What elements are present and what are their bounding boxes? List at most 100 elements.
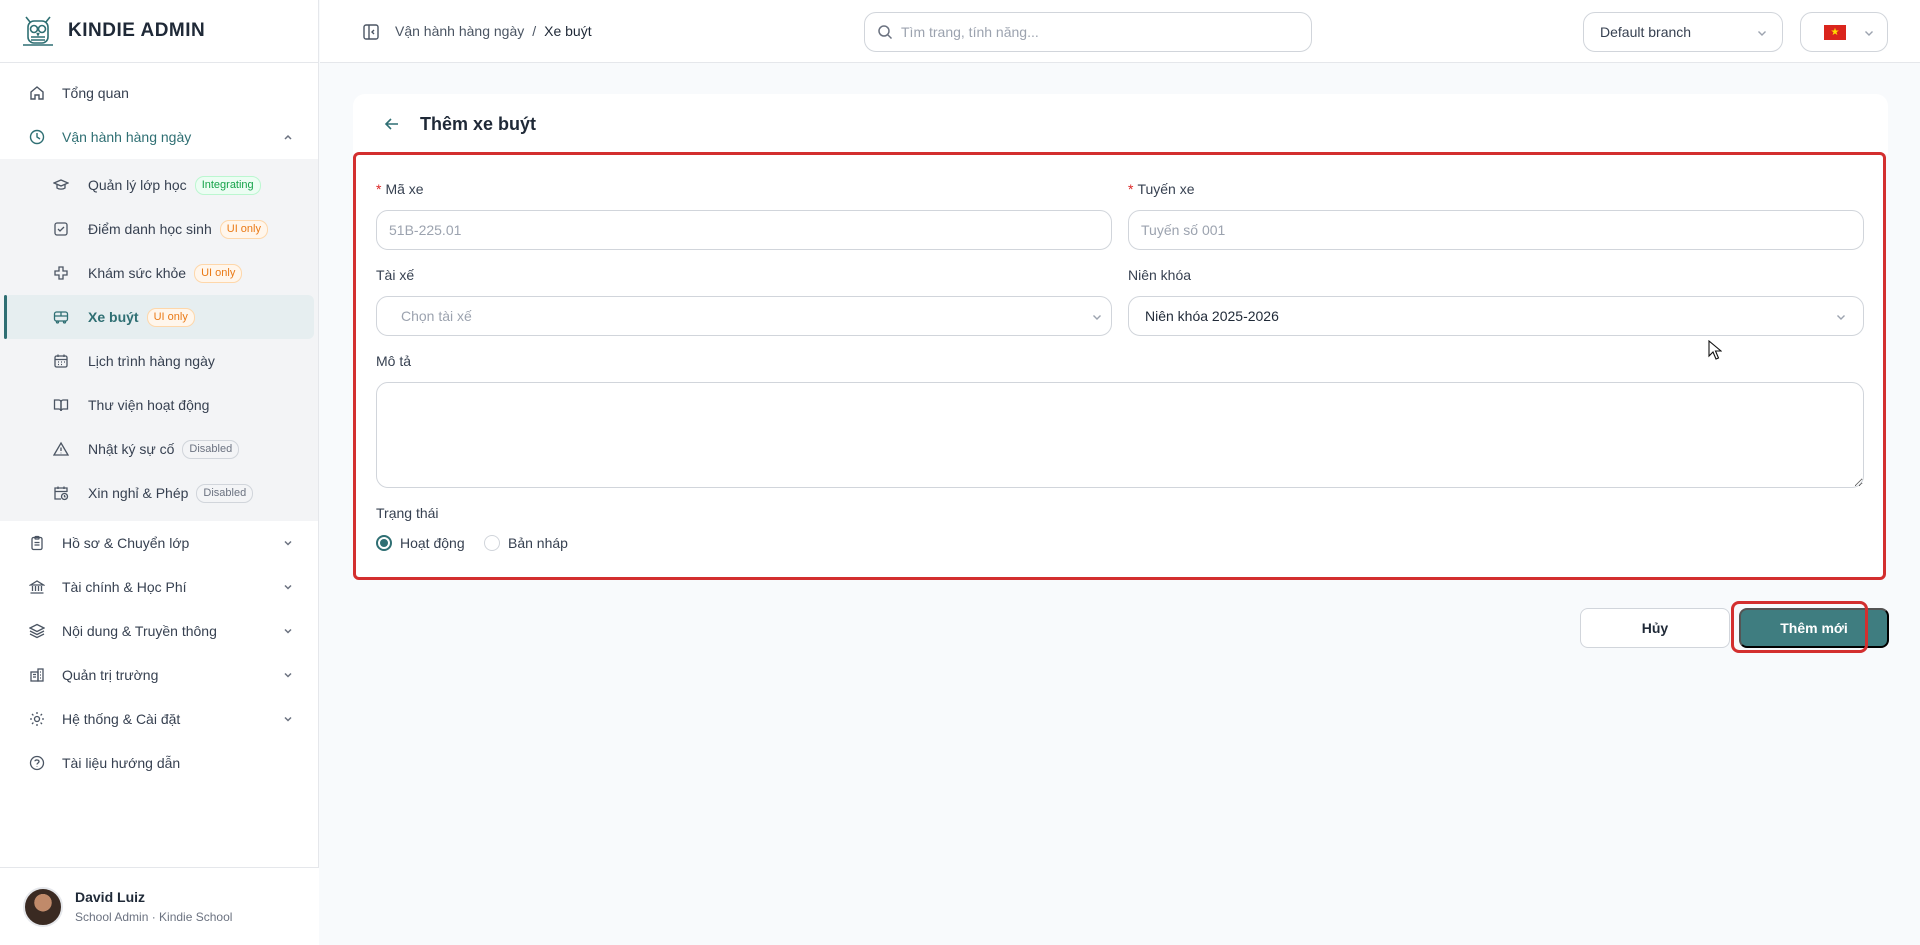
help-circle-icon: [28, 754, 46, 772]
status-radio-draft[interactable]: Bản nháp: [484, 535, 568, 551]
sidebar-item-label: Tài liệu hướng dẫn: [62, 755, 181, 771]
driver-label: Tài xế: [376, 267, 415, 283]
driver-select[interactable]: Chọn tài xế: [376, 296, 1112, 336]
sidebar-item-leave-requests[interactable]: Xin nghỉ & Phép Disabled: [0, 471, 318, 515]
avatar: [23, 886, 63, 927]
breadcrumb-separator: /: [532, 23, 537, 39]
bus-form: *Mã xe *Tuyến xe Tài xế Chọn tài xế Niên…: [353, 152, 1886, 580]
medical-cross-icon: [52, 264, 70, 282]
sidebar-item-label: Thư viện hoạt động: [88, 397, 210, 413]
sidebar-item-label: Vận hành hàng ngày: [62, 129, 192, 145]
driver-placeholder: Chọn tài xế: [401, 308, 472, 324]
clipboard-icon: [28, 534, 46, 552]
sidebar-item-overview[interactable]: Tổng quan: [0, 71, 318, 115]
sidebar-item-incident-log[interactable]: Nhật ký sự cố Disabled: [0, 427, 318, 471]
chevron-down-icon: [280, 535, 296, 551]
search-input[interactable]: [901, 24, 1281, 40]
sidebar-item-system-settings[interactable]: Hệ thống & Cài đặt: [0, 697, 318, 741]
user-profile[interactable]: David Luiz School Admin · Kindie School: [0, 867, 319, 945]
breadcrumb: Vận hành hàng ngày / Xe buýt: [395, 23, 592, 39]
cancel-button[interactable]: Hủy: [1580, 608, 1730, 648]
sidebar-toggle-icon[interactable]: [362, 23, 380, 41]
search-box[interactable]: [864, 12, 1312, 52]
warning-icon: [52, 440, 70, 458]
school-year-label: Niên khóa: [1128, 267, 1192, 283]
sidebar-item-label: Hệ thống & Cài đặt: [62, 711, 181, 727]
status-label: Trạng thái: [376, 505, 439, 521]
graduation-cap-icon: [52, 176, 70, 194]
daily-operations-submenu: Quản lý lớp học Integrating Điểm danh họ…: [0, 159, 318, 521]
description-textarea[interactable]: [376, 382, 1864, 488]
sidebar-item-daily-schedule[interactable]: Lịch trình hàng ngày: [0, 339, 318, 383]
status-badge: UI only: [146, 307, 195, 327]
radio-button[interactable]: [484, 535, 500, 551]
bus-code-input[interactable]: [376, 210, 1112, 250]
branch-select[interactable]: Default branch: [1583, 12, 1783, 52]
sidebar-item-label: Xe buýt: [88, 309, 139, 325]
language-select[interactable]: ★: [1800, 12, 1888, 52]
sidebar-item-class-management[interactable]: Quản lý lớp học Integrating: [0, 163, 318, 207]
user-role: School Admin · Kindie School: [75, 910, 233, 924]
school-year-select[interactable]: Niên khóa 2025-2026: [1128, 296, 1864, 336]
chevron-down-icon: [280, 623, 296, 639]
page-title: Thêm xe buýt: [420, 114, 537, 134]
user-name: David Luiz: [75, 889, 146, 905]
description-label: Mô tả: [376, 353, 412, 369]
sidebar-item-label: Quản lý lớp học: [88, 177, 187, 193]
sidebar-item-label: Quản trị trường: [62, 667, 159, 683]
chevron-down-icon: [280, 579, 296, 595]
status-badge: Disabled: [182, 439, 240, 459]
layers-icon: [28, 622, 46, 640]
school-year-value: Niên khóa 2025-2026: [1145, 308, 1279, 324]
sidebar-nav: Tổng quan Vận hành hàng ngày Quản lý lớp…: [0, 63, 318, 785]
app-title: KINDIE ADMIN: [68, 20, 206, 41]
owl-logo-icon: [20, 13, 56, 49]
sidebar-item-label: Hồ sơ & Chuyển lớp: [62, 535, 190, 551]
sidebar-item-label: Xin nghỉ & Phép: [88, 485, 189, 501]
sidebar: KINDIE ADMIN Tổng quan Vận hành hàng ngà…: [0, 0, 319, 945]
status-badge: Disabled: [196, 483, 254, 503]
chevron-down-icon: [1081, 309, 1101, 325]
sidebar-item-docs[interactable]: Tài liệu hướng dẫn: [0, 741, 318, 785]
status-radio-active[interactable]: Hoạt động: [376, 535, 465, 551]
building-icon: [28, 666, 46, 684]
bus-icon: [52, 308, 70, 326]
sidebar-item-finance-tuition[interactable]: Tài chính & Học Phí: [0, 565, 318, 609]
chevron-down-icon: [1833, 309, 1849, 325]
sidebar-item-label: Khám sức khỏe: [88, 265, 187, 281]
status-badge: UI only: [194, 263, 243, 283]
status-badge: UI only: [219, 219, 268, 239]
sidebar-item-bus[interactable]: Xe buýt UI only: [4, 295, 314, 339]
gear-icon: [28, 710, 46, 728]
topbar: Vận hành hàng ngày / Xe buýt Default bra…: [320, 0, 1920, 63]
chevron-down-icon: [1754, 25, 1770, 41]
radio-button-checked[interactable]: [376, 535, 392, 551]
status-badge: Integrating: [194, 175, 261, 195]
sidebar-item-school-admin[interactable]: Quản trị trường: [0, 653, 318, 697]
breadcrumb-parent[interactable]: Vận hành hàng ngày: [395, 23, 524, 39]
bus-code-label: * Mã xe: [376, 181, 424, 197]
sidebar-item-label: Điểm danh học sinh: [88, 221, 212, 237]
chevron-down-icon: [1861, 25, 1877, 41]
checkbox-icon: [52, 220, 70, 238]
page-header: Thêm xe buýt: [353, 94, 1888, 154]
sidebar-item-content-media[interactable]: Nội dung & Truyền thông: [0, 609, 318, 653]
sidebar-item-records-transfer[interactable]: Hồ sơ & Chuyển lớp: [0, 521, 318, 565]
mouse-cursor-icon: [1708, 340, 1722, 360]
route-label: * Tuyến xe: [1128, 181, 1195, 197]
sidebar-item-health-check[interactable]: Khám sức khỏe UI only: [0, 251, 318, 295]
sidebar-item-activity-library[interactable]: Thư viện hoạt động: [0, 383, 318, 427]
arrow-left-icon[interactable]: [382, 114, 402, 134]
app-logo[interactable]: KINDIE ADMIN: [0, 0, 318, 63]
sidebar-item-attendance[interactable]: Điểm danh học sinh UI only: [0, 207, 318, 251]
vietnam-flag-icon: ★: [1824, 25, 1846, 40]
radio-label: Hoạt động: [400, 535, 465, 551]
sidebar-item-daily-operations[interactable]: Vận hành hàng ngày: [0, 115, 318, 159]
route-input[interactable]: [1128, 210, 1864, 250]
clock-icon: [28, 128, 46, 146]
sidebar-item-label: Tài chính & Học Phí: [62, 579, 187, 595]
radio-label: Bản nháp: [508, 535, 568, 551]
breadcrumb-current: Xe buýt: [544, 23, 592, 39]
sidebar-item-label: Lịch trình hàng ngày: [88, 353, 215, 369]
sidebar-item-label: Tổng quan: [62, 85, 129, 101]
